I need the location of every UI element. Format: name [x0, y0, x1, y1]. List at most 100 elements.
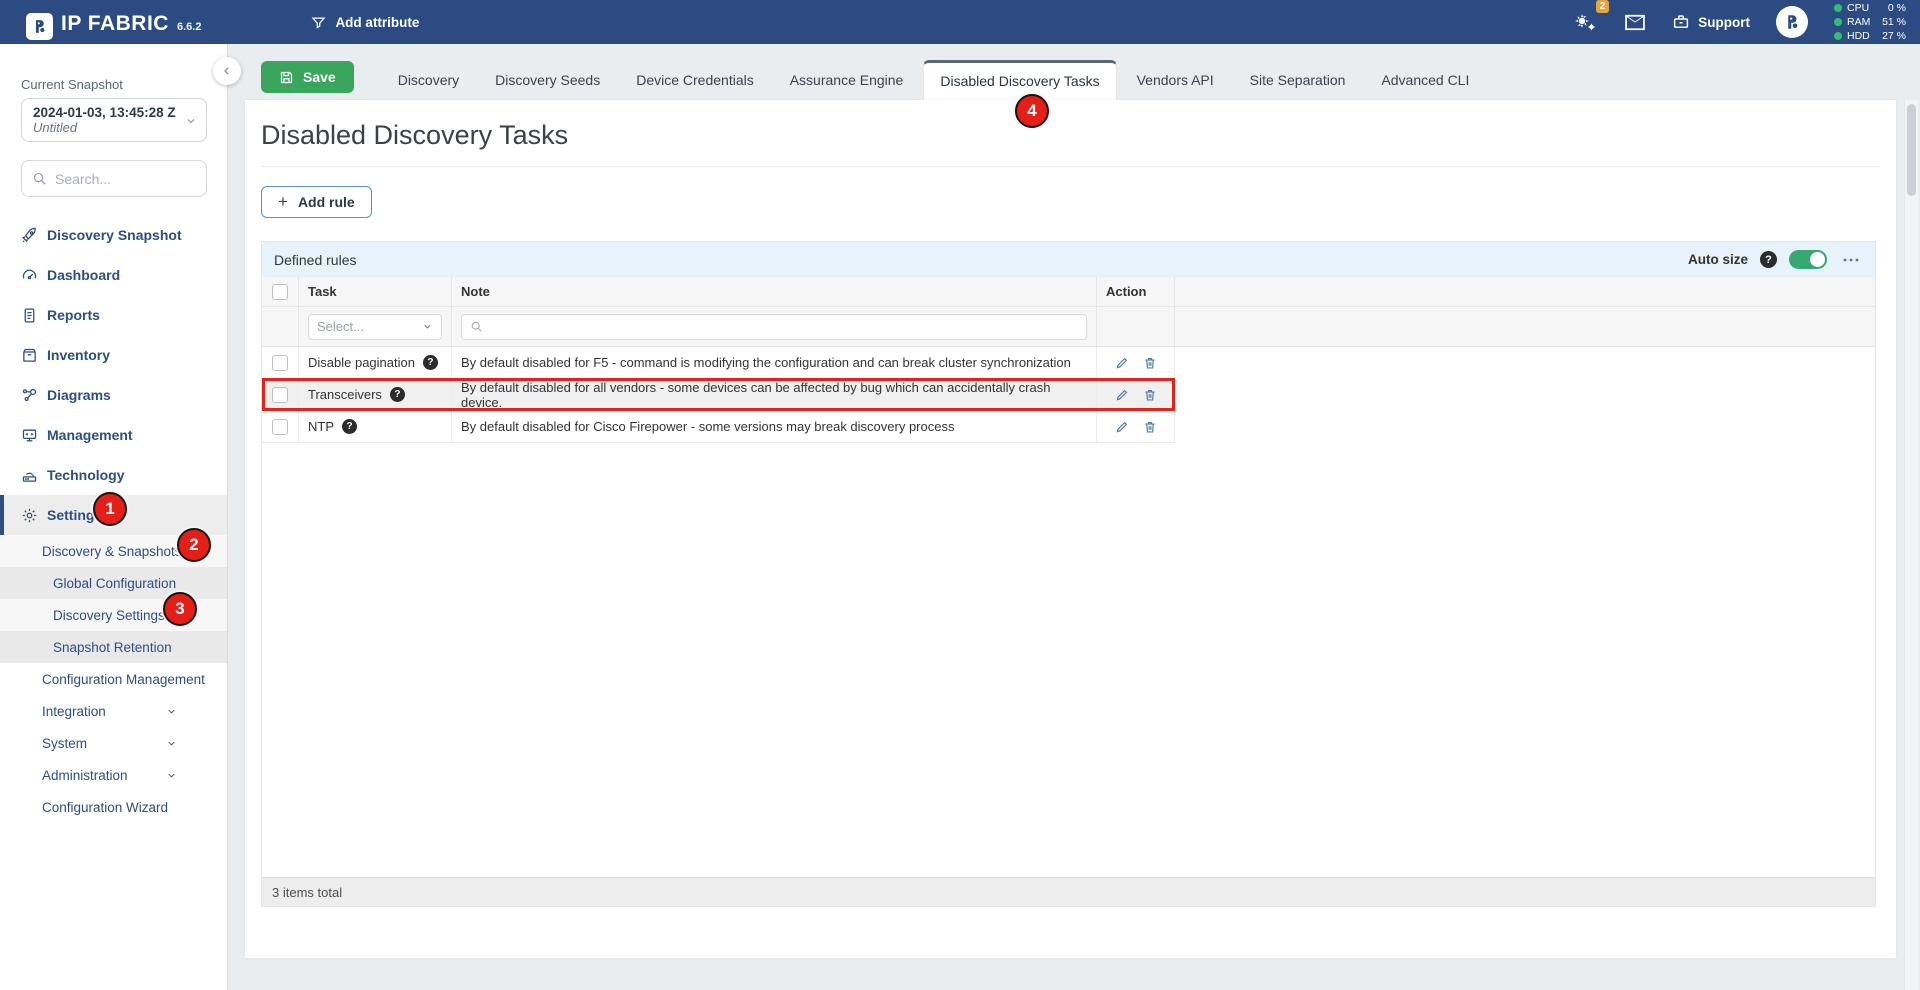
autosize-label: Auto size — [1688, 252, 1748, 267]
snapshot-date: 2024-01-03, 13:45:28 Z — [33, 105, 180, 120]
search-icon — [470, 320, 483, 333]
sidebar-item-integration[interactable]: Integration — [0, 695, 227, 727]
sidebar-item-inventory[interactable]: Inventory — [0, 335, 227, 375]
vertical-scrollbar[interactable] — [1904, 100, 1918, 990]
technology-icon — [21, 467, 38, 484]
gear-badge: 2 — [1596, 0, 1610, 13]
cpu-stat: CPU 0 % — [1834, 2, 1906, 15]
delete-trash-icon[interactable] — [1143, 420, 1157, 434]
user-avatar[interactable] — [1776, 6, 1808, 38]
sidebar-item-system[interactable]: System — [0, 727, 227, 759]
support-button[interactable]: Support — [1672, 13, 1750, 31]
tab-vendors-api[interactable]: Vendors API — [1121, 60, 1230, 100]
tab-discovery[interactable]: Discovery — [382, 60, 475, 100]
delete-trash-icon[interactable] — [1143, 356, 1157, 370]
tab-disabled-discovery-tasks[interactable]: Disabled Discovery Tasks — [923, 60, 1116, 100]
search-icon — [32, 171, 47, 186]
items-total: 3 items total — [262, 877, 1875, 906]
ram-stat: RAM 51 % — [1834, 16, 1906, 29]
snapshot-selector[interactable]: 2024-01-03, 13:45:28 Z Untitled — [21, 98, 207, 142]
page-title: Disabled Discovery Tasks — [245, 100, 1896, 151]
task-help-icon[interactable] — [390, 387, 405, 402]
table-row-disable-pagination[interactable]: Disable pagination By default disabled f… — [262, 347, 1175, 379]
save-button[interactable]: Save — [261, 61, 354, 93]
filter-funnel-icon — [311, 15, 326, 30]
rocket-icon — [21, 227, 38, 244]
tab-assurance-engine[interactable]: Assurance Engine — [774, 60, 920, 100]
chevron-down-icon — [422, 321, 433, 332]
snapshot-name: Untitled — [33, 120, 180, 135]
plus-icon: + — [278, 195, 288, 209]
sidebar-item-configuration-wizard[interactable]: Configuration Wizard — [0, 791, 227, 823]
add-rule-button[interactable]: + Add rule — [261, 186, 372, 218]
task-help-icon[interactable] — [342, 419, 357, 434]
chevron-down-icon — [166, 770, 177, 781]
sidebar-collapse-button[interactable] — [213, 57, 241, 85]
column-header-note[interactable]: Note — [452, 277, 1097, 306]
sidebar-item-diagrams[interactable]: Diagrams — [0, 375, 227, 415]
current-snapshot-label: Current Snapshot — [21, 77, 227, 92]
row-checkbox[interactable] — [272, 355, 288, 371]
more-options-icon[interactable] — [1839, 256, 1863, 264]
title-divider — [261, 166, 1880, 167]
save-floppy-icon — [279, 70, 294, 85]
sidebar-search[interactable] — [21, 160, 207, 197]
scrollbar-thumb[interactable] — [1907, 104, 1916, 196]
cpu-status-dot-icon — [1834, 4, 1842, 12]
edit-pencil-icon[interactable] — [1115, 388, 1129, 402]
sidebar-item-reports[interactable]: Reports — [0, 295, 227, 335]
panel-header: Defined rules Auto size — [262, 242, 1875, 277]
edit-pencil-icon[interactable] — [1115, 356, 1129, 370]
annotation-circle-3: 3 — [163, 592, 197, 626]
brand-version: 6.6.2 — [177, 21, 201, 33]
topbar: IP FABRIC 6.6.2 Add attribute 2 Support — [0, 0, 1920, 44]
tab-discovery-seeds[interactable]: Discovery Seeds — [479, 60, 616, 100]
autosize-toggle[interactable] — [1789, 250, 1827, 269]
hdd-status-dot-icon — [1834, 32, 1842, 40]
task-filter-select[interactable]: Select... — [308, 314, 442, 340]
ram-status-dot-icon — [1834, 18, 1842, 26]
edit-pencil-icon[interactable] — [1115, 420, 1129, 434]
table-filter-row: Select... — [262, 307, 1875, 347]
search-input[interactable] — [55, 171, 185, 187]
tab-bar: Save Discovery Discovery Seeds Device Cr… — [228, 44, 1920, 100]
delete-trash-icon[interactable] — [1143, 388, 1157, 402]
table-row-transceivers[interactable]: Transceivers By default disabled for all… — [262, 379, 1175, 411]
sidebar-item-technology[interactable]: Technology — [0, 455, 227, 495]
task-help-icon[interactable] — [423, 355, 438, 370]
brand-name: IP FABRIC — [61, 12, 169, 36]
main-content: Save Discovery Discovery Seeds Device Cr… — [228, 44, 1920, 990]
system-settings-gears-icon[interactable]: 2 — [1572, 10, 1598, 34]
sidebar-item-administration[interactable]: Administration — [0, 759, 227, 791]
sidebar-item-global-configuration[interactable]: Global Configuration — [0, 567, 227, 599]
column-header-task[interactable]: Task — [299, 277, 452, 306]
tab-advanced-cli[interactable]: Advanced CLI — [1365, 60, 1485, 100]
note-filter-search[interactable] — [461, 314, 1087, 340]
select-all-checkbox[interactable] — [272, 284, 288, 300]
row-checkbox[interactable] — [272, 387, 288, 403]
sidebar-item-configuration-management[interactable]: Configuration Management — [0, 663, 227, 695]
table-header-row: Task Note Action — [262, 277, 1875, 307]
diagrams-icon — [21, 387, 38, 404]
sidebar-item-snapshot-retention[interactable]: Snapshot Retention — [0, 631, 227, 663]
defined-rules-panel: Defined rules Auto size Task Note Action — [261, 241, 1876, 907]
chevron-down-icon — [166, 738, 177, 749]
support-toolbox-icon — [1672, 13, 1690, 31]
note-filter-input[interactable] — [489, 319, 1078, 334]
table-row-ntp[interactable]: NTP By default disabled for Cisco Firepo… — [262, 411, 1175, 443]
annotation-circle-4: 4 — [1015, 94, 1049, 128]
tab-site-separation[interactable]: Site Separation — [1234, 60, 1362, 100]
autosize-help-icon[interactable] — [1760, 251, 1777, 268]
tab-device-credentials[interactable]: Device Credentials — [620, 60, 770, 100]
settings-gear-icon — [21, 507, 38, 524]
annotation-circle-2: 2 — [177, 528, 211, 562]
messages-envelope-icon[interactable] — [1624, 14, 1646, 31]
chevron-down-icon — [166, 706, 177, 717]
row-checkbox[interactable] — [272, 419, 288, 435]
add-attribute-button[interactable]: Add attribute — [311, 15, 419, 30]
sidebar-item-discovery-snapshot[interactable]: Discovery Snapshot — [0, 215, 227, 255]
sidebar-item-management[interactable]: Management — [0, 415, 227, 455]
sidebar-item-dashboard[interactable]: Dashboard — [0, 255, 227, 295]
ipfabric-logo-icon — [26, 13, 53, 40]
panel-empty-area — [262, 443, 1875, 877]
